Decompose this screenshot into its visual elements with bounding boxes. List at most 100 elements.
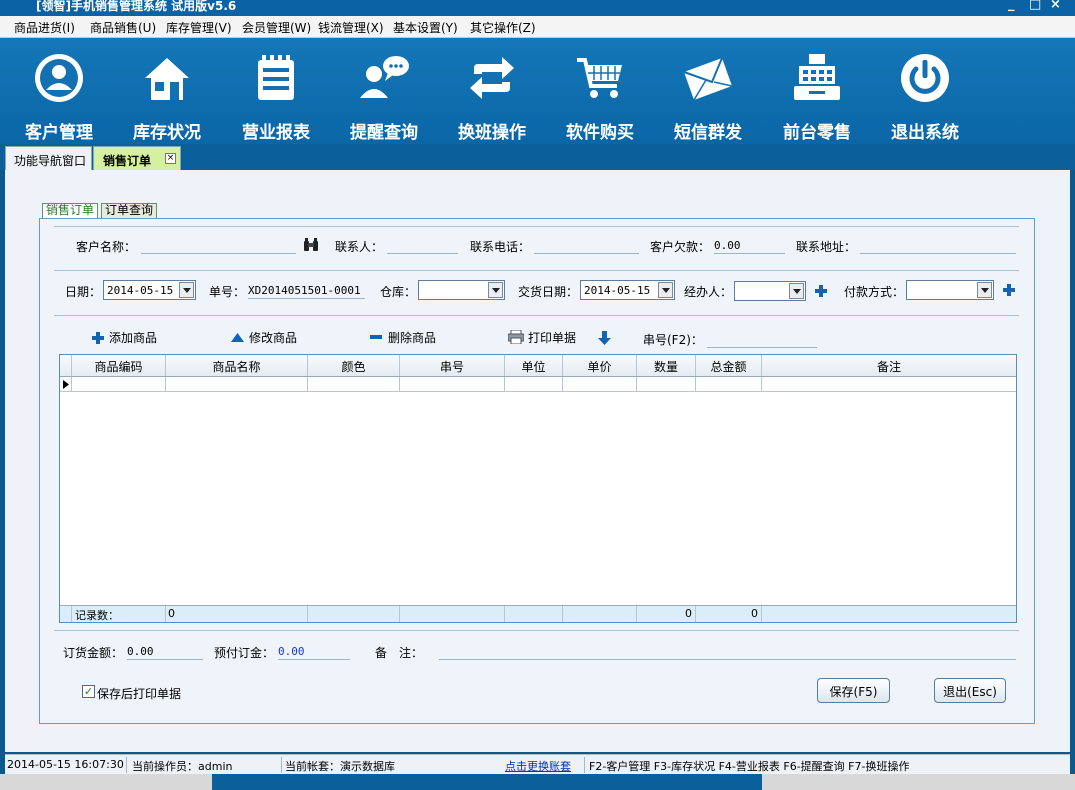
close-tab-icon[interactable]: × — [165, 153, 176, 164]
close-window-button[interactable]: × — [1050, 0, 1061, 12]
warehouse-select[interactable] — [418, 280, 505, 300]
arrow-down-icon[interactable] — [598, 331, 611, 345]
contact-label: 联系人： — [335, 240, 384, 254]
notebook-icon — [258, 55, 294, 100]
serial-input[interactable] — [707, 330, 817, 348]
toolbar-retail-button[interactable]: 前台零售 — [767, 48, 867, 143]
menu-money[interactable]: 钱流管理(X) — [318, 19, 384, 36]
date-picker[interactable]: 2014-05-15 — [103, 280, 196, 300]
menu-purchase[interactable]: 商品进货(I) — [14, 19, 75, 36]
delivery-date-value: 2014-05-15 — [584, 284, 651, 297]
handler-select[interactable] — [734, 281, 806, 301]
phone-field[interactable] — [534, 236, 639, 254]
table-row[interactable] — [60, 377, 1016, 392]
col-item-name[interactable]: 商品名称 — [166, 355, 308, 376]
title-bar: [领智]手机销售管理系统 试用版v5.6 _ □ × — [0, 0, 1075, 16]
tab-navigation-window[interactable]: 功能导航窗口 — [5, 146, 92, 170]
save-button[interactable]: 保存(F5) — [817, 678, 890, 703]
background-window-toolbar — [212, 774, 762, 790]
remark-label: 备 注： — [375, 646, 424, 660]
toolbar-reminder-button[interactable]: 提醒查询 — [334, 48, 434, 143]
quantity-total: 0 — [637, 606, 696, 622]
warehouse-label: 仓库： — [380, 285, 417, 299]
plus-icon — [92, 332, 104, 344]
inner-tab-order-query[interactable]: 订单查询 — [101, 203, 158, 218]
add-payment-icon[interactable] — [1003, 284, 1015, 296]
address-label: 联系地址： — [796, 240, 857, 254]
toolbar-shift-button[interactable]: 换班操作 — [442, 48, 542, 143]
document-tab-strip: 功能导航窗口 销售订单 × — [0, 144, 1075, 170]
menu-settings[interactable]: 基本设置(Y) — [393, 19, 458, 36]
toolbar-inventory-button[interactable]: 库存状况 — [117, 48, 217, 143]
user-icon — [35, 54, 83, 102]
deposit-field[interactable]: 0.00 — [278, 642, 350, 660]
menu-inventory[interactable]: 库存管理(V) — [166, 19, 232, 36]
binoculars-icon[interactable] — [303, 238, 319, 252]
maximize-button[interactable]: □ — [1029, 0, 1041, 12]
col-color[interactable]: 颜色 — [308, 355, 400, 376]
remark-field[interactable] — [439, 642, 1016, 660]
minus-icon — [370, 335, 382, 339]
order-no-field: XD2014051501-0001 — [248, 281, 365, 299]
toolbar-customer-button[interactable]: 客户管理 — [9, 48, 109, 143]
status-account: 当前帐套：演示数据库 点击更换账套 — [285, 757, 585, 773]
chevron-down-icon[interactable] — [977, 282, 992, 298]
col-total[interactable]: 总金额 — [696, 355, 762, 376]
chevron-down-icon[interactable] — [658, 282, 673, 298]
toolbar-label: 退出系统 — [891, 123, 959, 143]
print-label: 打印单据 — [528, 331, 577, 345]
menu-other[interactable]: 其它操作(Z) — [470, 19, 536, 36]
record-count-value: 0 — [166, 606, 308, 622]
exit-button[interactable]: 退出(Esc) — [934, 678, 1006, 703]
delete-item-button[interactable]: 删除商品 — [370, 329, 436, 346]
tab-sales-order[interactable]: 销售订单 × — [93, 146, 181, 170]
divider — [54, 226, 1019, 227]
order-amount-label: 订货金额： — [63, 646, 124, 660]
status-operator: 当前操作员：admin — [132, 757, 282, 773]
menu-sales[interactable]: 商品销售(U) — [90, 19, 156, 36]
contact-field[interactable] — [387, 236, 458, 254]
menu-members[interactable]: 会员管理(W) — [242, 19, 311, 36]
print-after-save-checkbox[interactable]: ✓ — [82, 685, 95, 698]
table-cell[interactable] — [563, 377, 637, 392]
chevron-down-icon[interactable] — [789, 283, 804, 299]
payment-select[interactable] — [906, 280, 994, 300]
row-indicator — [60, 377, 72, 392]
col-unit[interactable]: 单位 — [505, 355, 563, 376]
footer-cell — [762, 606, 1016, 622]
table-cell[interactable] — [696, 377, 762, 392]
col-serial[interactable]: 串号 — [400, 355, 505, 376]
handler-label: 经办人： — [684, 285, 733, 299]
table-cell[interactable] — [762, 377, 1016, 392]
address-field[interactable] — [860, 236, 1016, 254]
toolbar-report-button[interactable]: 营业报表 — [226, 48, 326, 143]
toolbar-buy-button[interactable]: 软件购买 — [550, 48, 650, 143]
table-cell[interactable] — [72, 377, 166, 392]
toolbar-sms-button[interactable]: 短信群发 — [658, 48, 758, 143]
table-cell[interactable] — [400, 377, 505, 392]
table-cell[interactable] — [505, 377, 563, 392]
cash-register-icon — [794, 54, 840, 100]
switch-account-link[interactable]: 点击更换账套 — [505, 758, 571, 774]
col-remark[interactable]: 备注 — [762, 355, 1016, 376]
customer-name-field[interactable] — [141, 236, 296, 254]
col-unit-price[interactable]: 单价 — [563, 355, 637, 376]
edit-item-button[interactable]: 修改商品 — [231, 329, 297, 346]
add-handler-icon[interactable] — [815, 285, 827, 297]
table-cell[interactable] — [637, 377, 696, 392]
col-quantity[interactable]: 数量 — [637, 355, 696, 376]
order-items-table[interactable]: 商品编码 商品名称 颜色 串号 单位 单价 数量 总金额 备注 记录数： 0 0… — [59, 354, 1017, 623]
delivery-date-picker[interactable]: 2014-05-15 — [580, 280, 675, 300]
delete-item-label: 删除商品 — [388, 331, 437, 345]
col-item-code[interactable]: 商品编码 — [72, 355, 166, 376]
chevron-down-icon[interactable] — [488, 282, 503, 298]
print-button[interactable]: 打印单据 — [508, 329, 576, 346]
chevron-down-icon[interactable] — [179, 282, 194, 298]
toolbar-exit-button[interactable]: 退出系统 — [875, 48, 975, 143]
add-item-button[interactable]: 添加商品 — [92, 329, 157, 346]
table-cell[interactable] — [308, 377, 400, 392]
payment-label: 付款方式： — [844, 285, 905, 299]
inner-tab-sales-order[interactable]: 销售订单 — [42, 203, 99, 218]
minimize-button[interactable]: _ — [1008, 0, 1015, 12]
table-cell[interactable] — [166, 377, 308, 392]
